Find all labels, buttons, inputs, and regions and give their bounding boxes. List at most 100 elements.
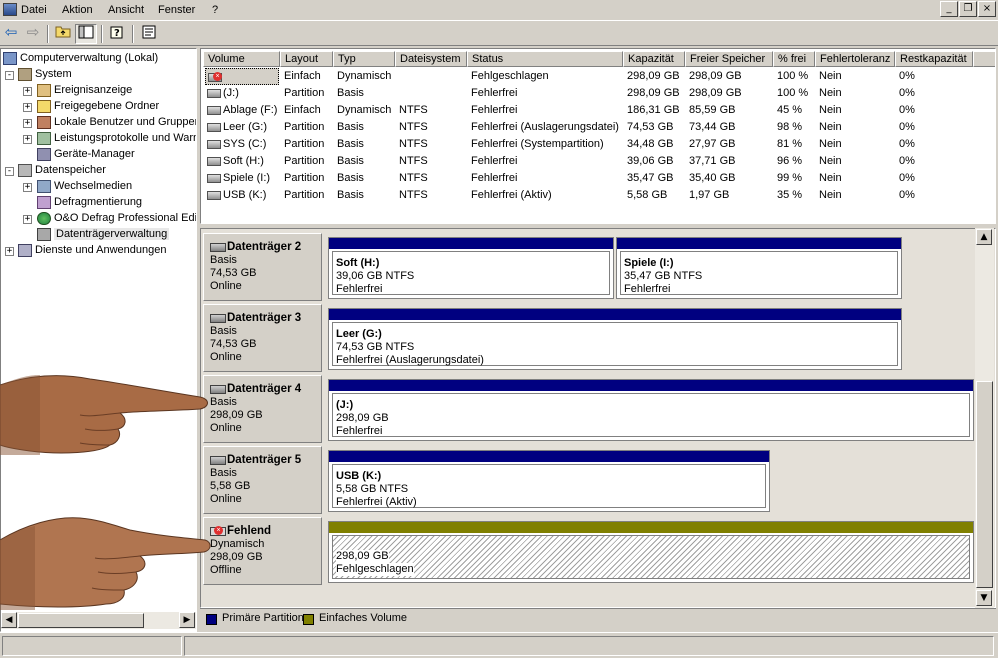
restore-button[interactable]: ❐ [959,1,977,17]
col-header-layout[interactable]: Layout [280,51,333,67]
expand-toggle[interactable]: + [23,135,32,144]
table-cell: Soft (H:) [205,153,264,170]
menu-fenster[interactable]: Fenster [158,3,195,17]
disk-label[interactable]: Datenträger 2 Basis 74,53 GB Online [203,233,322,301]
table-row[interactable]: Spiele (I:) Partition Basis NTFS Fehlerfrei 3… [201,170,995,187]
tree-horizontal-scrollbar[interactable]: ◀ ▶ [1,612,196,629]
scroll-thumb[interactable] [18,613,144,628]
tree-item-device-manager[interactable]: Geräte-Manager [37,146,135,162]
close-button[interactable]: × [978,1,996,17]
tree-item-services[interactable]: Dienste und Anwendungen [18,242,167,258]
disk-row: Datenträger 5 Basis 5,58 GB Online USB (K:) 5… [203,446,993,514]
tree-item-storage[interactable]: Datenspeicher [18,162,106,178]
tree-item-removable[interactable]: Wechselmedien [37,178,132,194]
tree-item-defrag[interactable]: Defragmentierung [37,194,142,210]
scroll-down-icon[interactable]: ▼ [976,590,992,606]
status-bar [0,632,998,658]
disk-label[interactable]: Datenträger 4 Basis 298,09 GB Online [203,375,322,443]
partition-block[interactable]: Soft (H:) 39,06 GB NTFS Fehlerfrei [328,237,614,299]
expand-toggle[interactable]: + [23,119,32,128]
table-cell: Nein [819,121,842,133]
tree-item-performance-logs[interactable]: Leistungsprotokolle und Warn [37,130,196,146]
table-row[interactable]: Soft (H:) Partition Basis NTFS Fehlerfrei 39,… [201,153,995,170]
col-header-type[interactable]: Typ [333,51,395,67]
partition-block[interactable]: Spiele (I:) 35,47 GB NTFS Fehlerfrei [616,237,902,299]
table-cell: Basis [337,121,364,133]
app-icon[interactable] [3,3,17,16]
partition-size: 74,53 GB NTFS [336,341,415,353]
show-tree-icon[interactable] [75,24,97,44]
menu-aktion[interactable]: Aktion [62,3,93,17]
expand-toggle[interactable]: + [23,87,32,96]
partition-block[interactable]: 298,09 GB Fehlgeschlagen [328,521,974,583]
graph-vertical-scrollbar[interactable]: ▲ ▼ [975,228,994,608]
partition-status: Fehlerfrei (Aktiv) [336,496,417,508]
table-row[interactable]: Ablage (F:) Einfach Dynamisch NTFS Fehlerfre… [201,102,995,119]
partition-info: Spiele (I:) 35,47 GB NTFS Fehlerfrei [620,251,898,295]
col-header-overhead[interactable]: Restkapazität [895,51,973,67]
partition-block[interactable]: Leer (G:) 74,53 GB NTFS Fehlerfrei (Auslag… [328,308,902,370]
tree-item-event-viewer[interactable]: Ereignisanzeige [37,82,132,98]
tree-item-root[interactable]: Computerverwaltung (Lokal) [3,50,158,66]
disk-label[interactable]: Datenträger 5 Basis 5,58 GB Online [203,446,322,514]
tree-item-oo-defrag[interactable]: O&O Defrag Professional Edi [37,210,196,226]
collapse-toggle[interactable]: - [5,71,14,80]
menu-datei[interactable]: Datei [21,3,47,17]
menu-help[interactable]: ? [212,3,218,17]
col-header-volume[interactable]: Volume [203,51,280,67]
tree-item-shared-folders[interactable]: Freigegebene Ordner [37,98,159,114]
col-header-filesystem[interactable]: Dateisystem [395,51,467,67]
table-cell: 85,59 GB [689,104,736,116]
expand-toggle[interactable]: + [5,247,14,256]
col-header-percent-free[interactable]: % frei [773,51,815,67]
tree-item-disk-management[interactable]: Datenträgerverwaltung [37,226,170,242]
table-cell: 73,44 GB [689,121,736,133]
table-cell: 39,06 GB [627,155,674,167]
properties-icon[interactable] [138,24,160,44]
status-pane [2,636,182,656]
table-row[interactable]: Leer (G:) Partition Basis NTFS Fehlerfrei (A… [201,119,995,136]
legend-simple-label: Einfaches Volume [319,612,408,624]
table-cell: Nein [819,70,842,82]
disk-size: 298,09 GB [210,551,263,563]
col-header-status[interactable]: Status [467,51,623,67]
tree-item-system[interactable]: System [18,66,72,82]
table-row[interactable]: USB (K:) Partition Basis NTFS Fehlerfrei (Ak… [201,187,995,204]
menu-ansicht[interactable]: Ansicht [108,3,144,17]
disk-label[interactable]: × Fehlend Dynamisch 298,09 GB Offline [203,517,322,585]
col-header-fault-tolerance[interactable]: Fehlertoleranz [815,51,895,67]
disk-label[interactable]: Datenträger 3 Basis 74,53 GB Online [203,304,322,372]
col-header-capacity[interactable]: Kapazität [623,51,685,67]
partition-name: Soft (H:) [336,257,380,269]
partition-block[interactable]: (J:) 298,09 GB Fehlerfrei [328,379,974,441]
table-cell: 45 % [777,104,803,116]
expand-toggle[interactable]: + [23,215,32,224]
scroll-right-icon[interactable]: ▶ [179,612,195,628]
help-icon[interactable]: ? [106,24,128,44]
scroll-up-icon[interactable]: ▲ [976,229,992,245]
table-cell: Partition [284,138,325,150]
partition-block[interactable]: USB (K:) 5,58 GB NTFS Fehlerfrei (Aktiv) [328,450,770,512]
forward-arrow-icon[interactable]: ⇨ [22,24,44,44]
minimize-button[interactable]: _ [940,1,958,17]
table-cell: 0% [899,70,915,82]
back-arrow-icon[interactable]: ⇦ [0,24,22,44]
table-row[interactable]: SYS (C:) Partition Basis NTFS Fehlerfrei (Sy… [201,136,995,153]
table-cell: 96 % [777,155,803,167]
collapse-toggle[interactable]: - [5,167,14,176]
table-cell: Fehlgeschlagen [471,70,549,82]
table-cell: 298,09 GB [627,87,680,99]
expand-toggle[interactable]: + [23,103,32,112]
up-folder-icon[interactable] [52,24,74,44]
scroll-left-icon[interactable]: ◀ [1,612,17,628]
table-row[interactable]: × Einfach Dynamisch Fehlgeschlagen 298,09 GB… [201,68,995,85]
expand-toggle[interactable]: + [23,183,32,192]
table-cell: NTFS [399,104,428,116]
table-row[interactable]: (J:) Partition Basis Fehlerfrei 298,09 GB 298… [201,85,995,102]
failed-volume-icon: × [208,71,222,82]
volume-icon [207,190,221,200]
table-cell: Nein [819,104,842,116]
scroll-thumb[interactable] [976,381,993,588]
tree-item-local-users[interactable]: Lokale Benutzer und Gruppen [37,114,196,130]
col-header-free[interactable]: Freier Speicher [685,51,773,67]
